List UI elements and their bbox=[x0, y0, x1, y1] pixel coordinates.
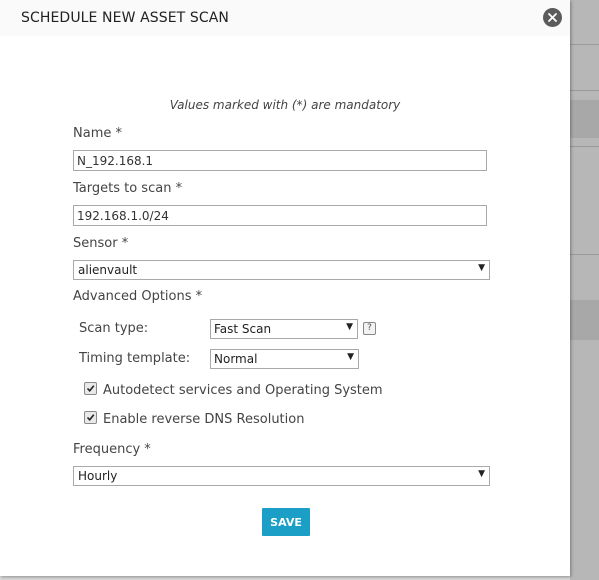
chevron-down-icon: ▼ bbox=[347, 352, 354, 362]
checkmark-icon bbox=[86, 385, 95, 393]
background-page bbox=[570, 0, 599, 580]
scan-type-selected-value: Fast Scan bbox=[214, 322, 272, 336]
close-button[interactable] bbox=[543, 8, 562, 27]
background-divider bbox=[570, 146, 599, 147]
scan-type-select[interactable]: Fast Scan ▼ bbox=[210, 319, 358, 339]
name-field[interactable] bbox=[73, 150, 487, 171]
background-divider bbox=[570, 254, 599, 255]
close-icon bbox=[548, 13, 557, 22]
dialog-title: SCHEDULE NEW ASSET SCAN bbox=[21, 10, 229, 26]
name-label: Name * bbox=[73, 126, 122, 141]
advanced-options-label: Advanced Options * bbox=[73, 289, 203, 304]
sensor-label: Sensor * bbox=[73, 236, 129, 251]
timing-template-label: Timing template: bbox=[79, 351, 191, 366]
schedule-scan-dialog: SCHEDULE NEW ASSET SCAN Values marked wi… bbox=[0, 0, 570, 576]
background-row bbox=[570, 300, 599, 340]
dialog-header: SCHEDULE NEW ASSET SCAN bbox=[0, 0, 570, 36]
reverse-dns-checkbox[interactable] bbox=[84, 411, 97, 424]
chevron-down-icon: ▼ bbox=[478, 263, 485, 273]
autodetect-label: Autodetect services and Operating System bbox=[103, 383, 383, 398]
scan-type-label: Scan type: bbox=[79, 321, 149, 336]
chevron-down-icon: ▼ bbox=[346, 322, 353, 332]
targets-label: Targets to scan * bbox=[73, 181, 183, 196]
frequency-label: Frequency * bbox=[73, 442, 151, 457]
checkmark-icon bbox=[86, 414, 95, 422]
background-divider bbox=[570, 90, 599, 91]
timing-template-selected-value: Normal bbox=[214, 352, 258, 366]
mandatory-note: Values marked with (*) are mandatory bbox=[169, 98, 401, 112]
frequency-selected-value: Hourly bbox=[78, 469, 118, 483]
frequency-select[interactable]: Hourly ▼ bbox=[73, 466, 490, 486]
save-button[interactable]: SAVE bbox=[262, 508, 310, 536]
targets-field[interactable] bbox=[73, 205, 487, 226]
background-divider bbox=[570, 44, 599, 45]
autodetect-checkbox[interactable] bbox=[84, 382, 97, 395]
reverse-dns-label: Enable reverse DNS Resolution bbox=[103, 412, 305, 427]
sensor-select[interactable]: alienvault ▼ bbox=[73, 260, 490, 280]
chevron-down-icon: ▼ bbox=[478, 469, 485, 479]
background-row bbox=[570, 100, 599, 138]
help-icon[interactable]: ? bbox=[363, 322, 376, 335]
sensor-selected-value: alienvault bbox=[78, 263, 138, 277]
timing-template-select[interactable]: Normal ▼ bbox=[210, 349, 359, 369]
